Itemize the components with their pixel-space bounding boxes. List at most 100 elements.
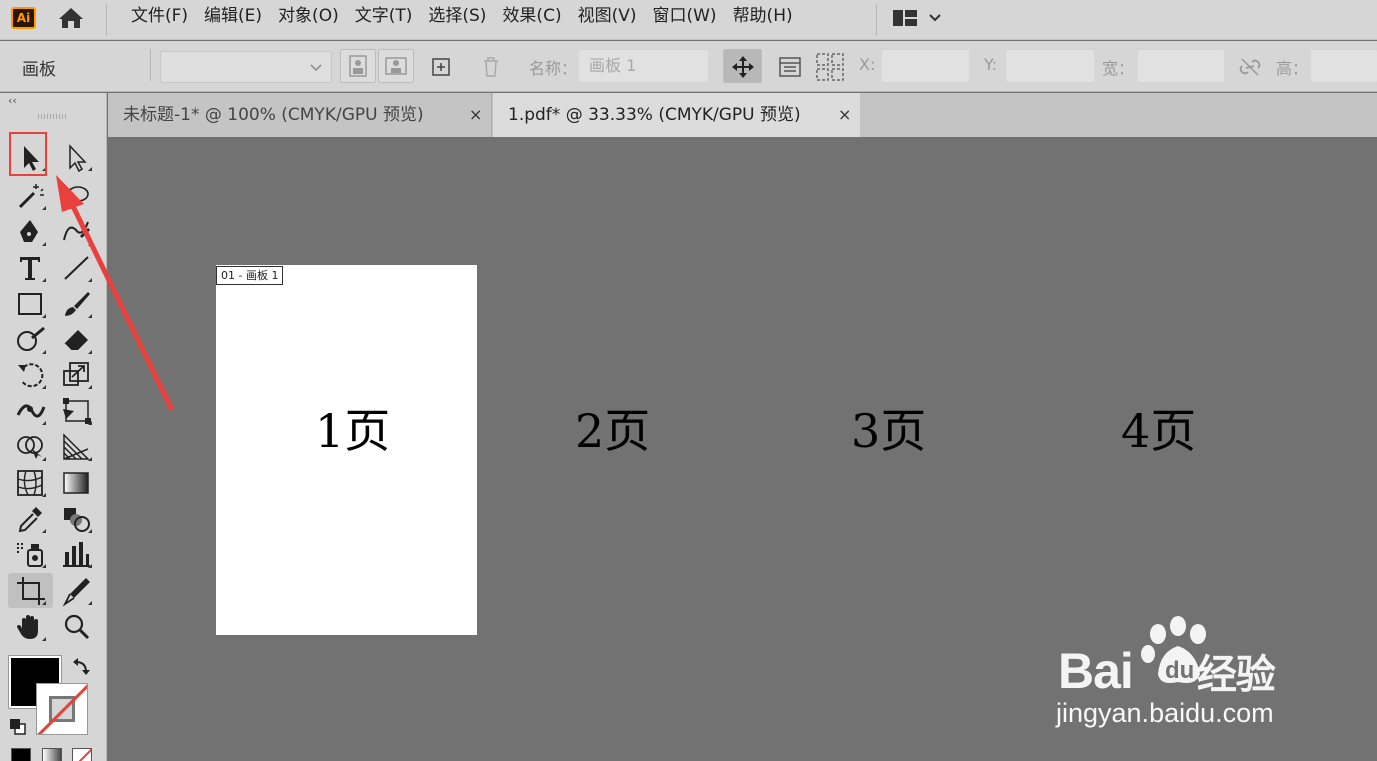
document-tab-pdf[interactable]: 1.pdf* @ 33.33% (CMYK/GPU 预览) × bbox=[493, 93, 860, 137]
eraser-tool[interactable] bbox=[60, 324, 94, 356]
menu-edit[interactable]: 编辑(E) bbox=[196, 0, 270, 40]
height-label: 高： bbox=[1276, 59, 1309, 78]
blend-icon bbox=[64, 508, 90, 532]
artboard-icon bbox=[17, 577, 45, 605]
collapse-panel-icon[interactable]: ‹‹ bbox=[8, 94, 17, 107]
color-mode-button[interactable] bbox=[11, 748, 31, 761]
menu-items: 文件(F) 编辑(E) 对象(O) 文字(T) 选择(S) 效果(C) 视图(V… bbox=[123, 0, 801, 40]
tab-close-icon[interactable]: × bbox=[838, 93, 851, 137]
page-text[interactable]: 1页 bbox=[315, 395, 390, 461]
svg-text:du: du bbox=[1165, 657, 1194, 684]
link-constrain-icon[interactable] bbox=[1238, 56, 1262, 78]
magic-wand-tool[interactable] bbox=[14, 180, 48, 212]
artboard-preset-select[interactable] bbox=[160, 51, 332, 83]
symbol-sprayer-tool[interactable] bbox=[14, 538, 48, 570]
page-text[interactable]: 3页 bbox=[851, 395, 926, 461]
menu-help[interactable]: 帮助(H) bbox=[725, 0, 801, 40]
menu-bar: Ai 文件(F) 编辑(E) 对象(O) 文字(T) 选择(S) 效果(C) 视… bbox=[0, 0, 1377, 40]
document-tab-bar: 未标题-1* @ 100% (CMYK/GPU 预览) × 1.pdf* @ 3… bbox=[108, 93, 1377, 137]
width-field[interactable] bbox=[1138, 50, 1224, 82]
artboard-label[interactable]: 01 - 画板 1 bbox=[216, 266, 284, 285]
portrait-button[interactable] bbox=[340, 49, 376, 83]
rearrange-artboards-icon[interactable] bbox=[815, 52, 845, 82]
move-with-artboard-button[interactable] bbox=[723, 49, 762, 83]
artboard-tool[interactable] bbox=[14, 575, 48, 607]
document-tab-untitled[interactable]: 未标题-1* @ 100% (CMYK/GPU 预览) × bbox=[108, 93, 492, 137]
pen-icon bbox=[20, 220, 38, 242]
app-logo[interactable]: Ai bbox=[11, 7, 36, 29]
rotate-tool[interactable] bbox=[14, 359, 48, 391]
landscape-icon bbox=[385, 57, 407, 75]
gradient-mode-button[interactable] bbox=[42, 748, 62, 761]
lasso-tool[interactable] bbox=[60, 180, 94, 212]
none-mode-button[interactable] bbox=[72, 748, 92, 761]
type-icon bbox=[20, 257, 40, 280]
menu-separator bbox=[106, 4, 107, 36]
menu-view[interactable]: 视图(V) bbox=[570, 0, 645, 40]
perspective-grid-tool[interactable] bbox=[60, 431, 94, 463]
magic-wand-icon bbox=[18, 184, 44, 209]
direct-selection-tool[interactable] bbox=[60, 141, 94, 173]
menu-object[interactable]: 对象(O) bbox=[270, 0, 347, 40]
menu-type[interactable]: 文字(T) bbox=[347, 0, 421, 40]
type-tool[interactable] bbox=[14, 252, 48, 284]
x-label: X: bbox=[859, 55, 876, 74]
rectangle-icon bbox=[18, 293, 42, 315]
symbol-sprayer-icon bbox=[17, 543, 43, 567]
menu-effect[interactable]: 效果(C) bbox=[494, 0, 569, 40]
menu-separator bbox=[876, 4, 877, 36]
hand-tool[interactable] bbox=[14, 611, 48, 643]
height-field[interactable] bbox=[1311, 50, 1377, 82]
slice-tool[interactable] bbox=[60, 575, 94, 607]
curvature-tool[interactable] bbox=[60, 216, 94, 248]
menu-window[interactable]: 窗口(W) bbox=[644, 0, 724, 40]
blend-tool[interactable] bbox=[60, 503, 94, 535]
y-label: Y: bbox=[984, 55, 998, 74]
tab-close-icon[interactable]: × bbox=[469, 93, 482, 137]
home-icon[interactable] bbox=[58, 7, 84, 29]
artboard-name-field[interactable]: 画板 1 bbox=[579, 50, 708, 82]
delete-artboard-icon[interactable] bbox=[481, 56, 501, 78]
baidu-watermark: Bai 经验 du jingyan.baidu.com bbox=[1050, 612, 1370, 732]
free-transform-tool[interactable] bbox=[60, 395, 94, 427]
control-bar: 画板 名称： 画板 1 X: Y: 宽： 高： bbox=[0, 41, 1377, 92]
menu-file[interactable]: 文件(F) bbox=[123, 0, 196, 40]
landscape-button[interactable] bbox=[378, 49, 414, 83]
default-colors-icon[interactable] bbox=[9, 718, 27, 740]
move-artwork-icon bbox=[732, 56, 754, 78]
rectangle-tool[interactable] bbox=[14, 288, 48, 320]
eraser-icon bbox=[63, 330, 88, 353]
menu-select[interactable]: 选择(S) bbox=[420, 0, 494, 40]
mesh-tool[interactable] bbox=[14, 467, 48, 499]
workspace-switcher-button[interactable] bbox=[890, 6, 946, 32]
page-text[interactable]: 2页 bbox=[575, 395, 650, 461]
paintbrush-tool[interactable] bbox=[60, 288, 94, 320]
width-icon bbox=[16, 404, 46, 418]
swap-fill-stroke-icon[interactable] bbox=[72, 656, 92, 680]
y-field[interactable] bbox=[1006, 50, 1094, 82]
shaper-tool[interactable] bbox=[14, 324, 48, 356]
line-segment-tool[interactable] bbox=[60, 252, 94, 284]
page-text[interactable]: 4页 bbox=[1121, 395, 1196, 461]
new-artboard-icon[interactable] bbox=[431, 57, 451, 77]
scale-tool[interactable] bbox=[60, 359, 94, 391]
artboard-options-icon[interactable] bbox=[778, 55, 802, 79]
rotate-icon bbox=[18, 363, 44, 388]
x-field[interactable] bbox=[882, 50, 969, 82]
width-tool[interactable] bbox=[14, 395, 48, 427]
stroke-swatch[interactable] bbox=[36, 683, 88, 735]
eyedropper-tool[interactable] bbox=[14, 503, 48, 535]
gradient-tool[interactable] bbox=[60, 467, 94, 499]
selection-tool-highlight bbox=[9, 132, 47, 176]
shaper-icon bbox=[17, 326, 45, 351]
width-label: 宽： bbox=[1102, 59, 1135, 78]
zoom-tool[interactable] bbox=[60, 611, 94, 643]
panel-grip[interactable] bbox=[38, 114, 68, 119]
curvature-pen-icon bbox=[63, 221, 90, 241]
none-slash bbox=[73, 749, 91, 761]
column-graph-tool[interactable] bbox=[60, 538, 94, 570]
pen-tool[interactable] bbox=[14, 216, 48, 248]
shape-builder-tool[interactable] bbox=[14, 431, 48, 463]
shape-builder-icon bbox=[17, 436, 43, 459]
free-transform-icon bbox=[63, 398, 91, 424]
